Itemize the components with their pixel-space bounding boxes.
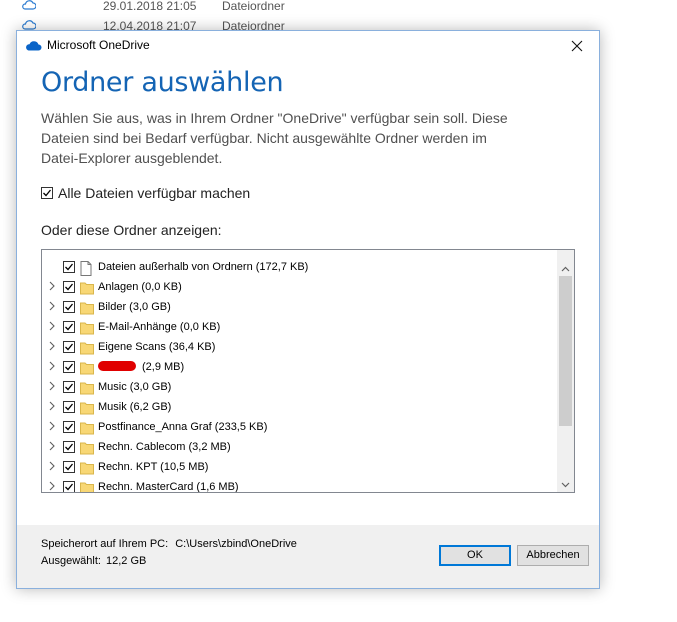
folder-label: Anlagen (0,0 KB): [98, 281, 182, 293]
explorer-row[interactable]: 29.01.2018 21:05 Dateiordner: [0, 0, 677, 20]
description-line: Dateien sind bei Bedarf verfügbar. Nicht…: [41, 130, 487, 146]
folder-tree-row[interactable]: Eigene Scans (36,4 KB): [42, 338, 556, 358]
checkbox-checked-icon[interactable]: [63, 481, 75, 492]
page-title: Ordner auswählen: [41, 67, 284, 98]
storage-location: Speicherort auf Ihrem PC: C:\Users\zbind…: [41, 538, 297, 550]
checkbox-checked-icon[interactable]: [63, 281, 75, 293]
all-files-label: Alle Dateien verfügbar machen: [58, 185, 251, 201]
folder-label: Postfinance_Anna Graf (233,5 KB): [98, 421, 268, 433]
folder-tree[interactable]: Dateien außerhalb von Ordnern (172,7 KB)…: [41, 249, 575, 493]
folder-icon: [80, 321, 94, 338]
selected-value: 12,2 GB: [106, 555, 147, 567]
folder-icon: [80, 401, 94, 418]
folder-tree-rows: Dateien außerhalb von Ordnern (172,7 KB)…: [42, 258, 556, 493]
folder-label: Rechn. KPT (10,5 MB): [98, 461, 209, 473]
folder-label: Music (3,0 GB): [98, 381, 172, 393]
checkbox-checked-icon[interactable]: [63, 261, 75, 273]
description: Wählen Sie aus, was in Ihrem Ordner "One…: [41, 108, 561, 168]
chevron-right-icon[interactable]: [49, 381, 55, 394]
location-path: C:\Users\zbind\OneDrive: [175, 538, 297, 550]
folder-label: Musik (6,2 GB): [98, 401, 172, 413]
explorer-date: 29.01.2018 21:05: [103, 0, 197, 13]
folder-icon: [80, 481, 94, 492]
scroll-down-button[interactable]: [557, 475, 574, 489]
vertical-scrollbar[interactable]: [557, 250, 574, 492]
chevron-right-icon[interactable]: [49, 321, 55, 334]
checkbox-checked-icon[interactable]: [63, 341, 75, 353]
folder-label: Rechn. MasterCard (1,6 MB): [98, 481, 239, 493]
chevron-right-icon[interactable]: [49, 421, 55, 434]
folder-tree-row[interactable]: Dateien außerhalb von Ordnern (172,7 KB): [42, 258, 556, 278]
chevron-right-icon[interactable]: [49, 401, 55, 414]
checkbox-checked-icon[interactable]: [63, 321, 75, 333]
checkbox-checked-icon[interactable]: [63, 381, 75, 393]
chevron-right-icon[interactable]: [49, 481, 55, 492]
description-line: Datei-Explorer ausgeblendet.: [41, 150, 223, 166]
checkbox-checked-icon[interactable]: [63, 401, 75, 413]
folder-tree-row[interactable]: Musik (6,2 GB): [42, 398, 556, 418]
chevron-right-icon[interactable]: [49, 301, 55, 314]
ok-button[interactable]: OK: [439, 545, 511, 566]
folder-tree-row[interactable]: Rechn. KPT (10,5 MB): [42, 458, 556, 478]
checkbox-checked-icon[interactable]: [63, 301, 75, 313]
close-button[interactable]: [555, 31, 599, 61]
folder-icon: [80, 421, 94, 438]
folder-icon: [80, 461, 94, 478]
folder-icon: [80, 341, 94, 358]
folder-label: Dateien außerhalb von Ordnern (172,7 KB): [98, 261, 309, 273]
title-bar[interactable]: Microsoft OneDrive: [17, 31, 599, 61]
folder-tree-row[interactable]: (2,9 MB): [42, 358, 556, 378]
folder-tree-row[interactable]: Rechn. Cablecom (3,2 MB): [42, 438, 556, 458]
close-icon: [571, 40, 583, 52]
chevron-right-icon[interactable]: [49, 281, 55, 294]
folder-tree-row[interactable]: E-Mail-Anhänge (0,0 KB): [42, 318, 556, 338]
folder-tree-row[interactable]: Anlagen (0,0 KB): [42, 278, 556, 298]
folder-icon: [80, 361, 94, 378]
folder-tree-row[interactable]: Music (3,0 GB): [42, 378, 556, 398]
folders-heading: Oder diese Ordner anzeigen:: [41, 222, 222, 238]
cancel-button[interactable]: Abbrechen: [517, 545, 589, 566]
checkbox-checked-icon[interactable]: [63, 421, 75, 433]
file-icon: [80, 261, 92, 279]
window-title: Microsoft OneDrive: [47, 38, 150, 52]
folder-icon: [80, 381, 94, 398]
folder-label: E-Mail-Anhänge (0,0 KB): [98, 321, 221, 333]
checkbox-checked-icon[interactable]: [63, 461, 75, 473]
explorer-type: Dateiordner: [222, 0, 285, 13]
chevron-right-icon[interactable]: [49, 441, 55, 454]
checkbox-checked-icon[interactable]: [63, 361, 75, 373]
scroll-thumb[interactable]: [559, 276, 572, 426]
folder-icon: [80, 441, 94, 458]
chevron-right-icon[interactable]: [49, 461, 55, 474]
folder-label: (2,9 MB): [142, 361, 185, 373]
onedrive-cloud-icon: [25, 38, 42, 56]
chevron-right-icon[interactable]: [49, 341, 55, 354]
folder-label: Rechn. Cablecom (3,2 MB): [98, 441, 231, 453]
folder-tree-row[interactable]: Bilder (3,0 GB): [42, 298, 556, 318]
selected-size: Ausgewählt: 12,2 GB: [41, 555, 146, 567]
all-files-checkbox[interactable]: Alle Dateien verfügbar machen: [41, 185, 250, 201]
cloud-status-icon: [22, 0, 37, 13]
redaction-mark: [98, 361, 136, 372]
folder-tree-row[interactable]: Rechn. MasterCard (1,6 MB): [42, 478, 556, 493]
description-line: Wählen Sie aus, was in Ihrem Ordner "One…: [41, 110, 508, 126]
chevron-right-icon[interactable]: [49, 361, 55, 374]
folder-label: Eigene Scans (36,4 KB): [98, 341, 216, 353]
folder-tree-row[interactable]: Postfinance_Anna Graf (233,5 KB): [42, 418, 556, 438]
onedrive-dialog: Microsoft OneDrive Ordner auswählen Wähl…: [16, 30, 600, 589]
dialog-footer: Speicherort auf Ihrem PC: C:\Users\zbind…: [17, 525, 599, 588]
chevron-up-icon: [561, 266, 570, 272]
scroll-up-button[interactable]: [557, 259, 574, 273]
checkbox-checked-icon[interactable]: [63, 441, 75, 453]
folder-icon: [80, 281, 94, 298]
location-label: Speicherort auf Ihrem PC:: [41, 538, 169, 550]
folder-label: Bilder (3,0 GB): [98, 301, 171, 313]
folder-icon: [80, 301, 94, 318]
checkbox-checked-icon[interactable]: [41, 186, 53, 199]
chevron-down-icon: [561, 482, 570, 488]
selected-label: Ausgewählt:: [41, 555, 101, 567]
